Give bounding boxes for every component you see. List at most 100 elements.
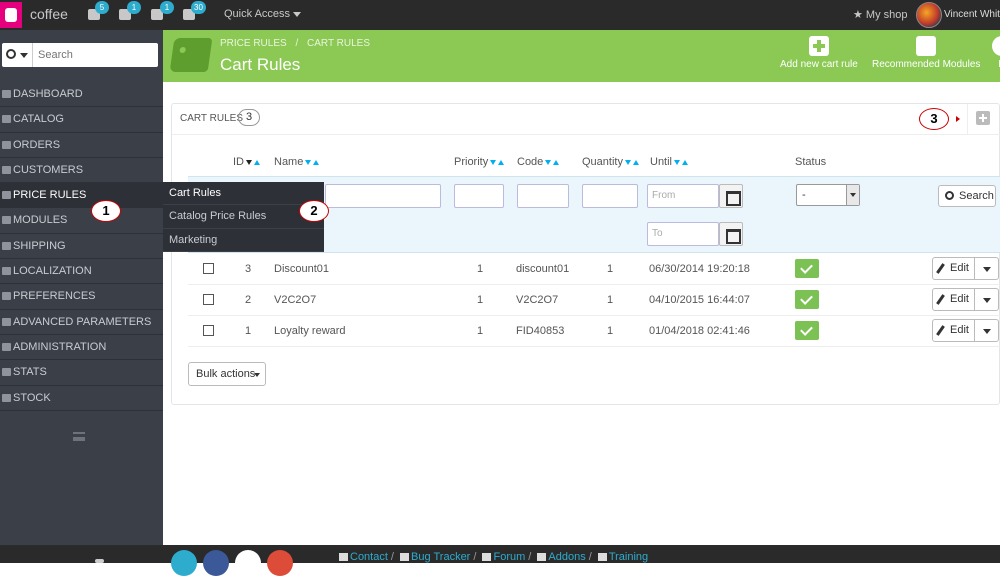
column-label: Name <box>274 156 304 168</box>
add-icon[interactable] <box>976 111 990 125</box>
sidebar-item-catalog[interactable]: CATALOG <box>0 107 163 133</box>
until-to-input[interactable]: To <box>647 222 719 246</box>
sort-desc-icon[interactable] <box>674 159 681 165</box>
column-header-priority[interactable]: Priority <box>454 156 505 168</box>
sort-desc-icon[interactable] <box>490 159 497 165</box>
sidebar-item-customers[interactable]: CUSTOMERS <box>0 158 163 184</box>
column-header-until[interactable]: Until <box>650 156 689 168</box>
sort-asc-icon[interactable] <box>254 159 260 165</box>
column-header-id[interactable]: ID <box>233 156 260 168</box>
footer-link-training[interactable]: Training <box>609 551 648 563</box>
shop-name[interactable]: coffee <box>30 6 68 22</box>
until-from-input[interactable]: From <box>647 184 719 208</box>
callout-marker: 2 <box>299 200 329 222</box>
search-input[interactable] <box>38 46 153 64</box>
recommended-modules-button[interactable]: Recommended Modules <box>872 36 980 70</box>
quick-access-label: Quick Access <box>224 8 291 20</box>
status-enabled-icon[interactable] <box>795 321 819 340</box>
table-row[interactable]: 3 Discount01 1 discount01 1 06/30/2014 1… <box>188 254 1000 285</box>
sidebar-item-administration[interactable]: ADMINISTRATION <box>0 335 163 361</box>
code-filter-input[interactable] <box>517 184 569 208</box>
row-actions-dropdown[interactable] <box>975 288 999 311</box>
footer-link-addons[interactable]: Addons <box>548 551 585 563</box>
submenu-item-cart-rules[interactable]: Cart Rules <box>163 182 324 206</box>
footer-link-forum[interactable]: Forum <box>493 551 525 563</box>
sidebar-item-dashboard[interactable]: DASHBOARD <box>0 82 163 108</box>
sort-asc-icon[interactable] <box>682 159 689 165</box>
breadcrumb-item[interactable]: PRICE RULES <box>220 38 287 49</box>
sidebar-item-preferences[interactable]: PREFERENCES <box>0 284 163 310</box>
breadcrumb-separator: / <box>295 38 299 49</box>
sidebar-search <box>2 43 158 67</box>
twitter-icon[interactable] <box>171 550 197 576</box>
row-actions-dropdown[interactable] <box>975 319 999 342</box>
facebook-icon[interactable] <box>203 550 229 576</box>
sort-desc-icon[interactable] <box>624 159 631 165</box>
sidebar-item-modules[interactable]: MODULES <box>0 208 163 234</box>
column-header-quantity[interactable]: Quantity <box>582 156 639 168</box>
status-filter-select[interactable]: - <box>796 184 860 206</box>
footer-link-contact[interactable]: Contact <box>350 551 388 563</box>
sidebar-item-localization[interactable]: LOCALIZATION <box>0 259 163 285</box>
sidebar-item-price-rules[interactable]: PRICE RULES <box>0 183 163 209</box>
search-icon[interactable] <box>6 49 16 59</box>
table-row[interactable]: 2 V2C2O7 1 V2C2O7 1 04/10/2015 16:44:07 … <box>188 285 1000 316</box>
breadcrumb-item[interactable]: CART RULES <box>307 38 370 49</box>
chevron-down-icon[interactable] <box>20 53 28 58</box>
bar-chart-icon <box>2 368 11 377</box>
sort-desc-icon[interactable] <box>545 159 552 165</box>
row-checkbox[interactable] <box>203 294 214 305</box>
sidebar-item-orders[interactable]: ORDERS <box>0 133 163 158</box>
collapse-menu-icon[interactable] <box>73 432 85 441</box>
search-button[interactable]: Search <box>938 185 996 207</box>
bulk-actions-label: Bulk actions <box>196 368 256 380</box>
google-plus-icon[interactable] <box>267 550 293 576</box>
row-checkbox[interactable] <box>203 263 214 274</box>
quantity-filter-input[interactable] <box>582 184 638 208</box>
edit-button[interactable]: Edit <box>932 257 975 280</box>
status-enabled-icon[interactable] <box>795 290 819 309</box>
sidebar-item-stats[interactable]: STATS <box>0 360 163 386</box>
sidebar-item-stock[interactable]: STOCK <box>0 386 163 411</box>
cell-name: V2C2O7 <box>274 294 317 306</box>
cell-until: 04/10/2015 16:44:07 <box>649 294 750 306</box>
name-filter-input[interactable] <box>325 184 441 208</box>
bulk-actions-button[interactable]: Bulk actions <box>188 362 266 386</box>
row-checkbox[interactable] <box>203 325 214 336</box>
sort-desc-icon[interactable] <box>305 159 312 165</box>
submenu-item-marketing[interactable]: Marketing <box>163 229 324 252</box>
trophy-badge: 30 <box>191 1 206 14</box>
toolbar-label: Recommended Modules <box>872 59 981 70</box>
edit-button[interactable]: Edit <box>932 319 975 342</box>
my-shop-link[interactable]: ★ My shop <box>853 8 908 21</box>
footer-separator: / <box>390 551 394 563</box>
logo-icon[interactable] <box>0 2 22 28</box>
edit-button[interactable]: Edit <box>932 288 975 311</box>
toolbar-label: Add new cart rule <box>780 59 858 70</box>
sort-asc-icon[interactable] <box>313 159 320 165</box>
row-actions-dropdown[interactable] <box>975 257 999 280</box>
footer-separator: / <box>588 551 592 563</box>
calendar-icon[interactable] <box>719 184 743 208</box>
sort-asc-icon[interactable] <box>632 159 639 165</box>
column-header-code[interactable]: Code <box>517 156 560 168</box>
priority-filter-input[interactable] <box>454 184 504 208</box>
sidebar-item-shipping[interactable]: SHIPPING <box>0 234 163 260</box>
column-header-name[interactable]: Name <box>274 156 320 168</box>
footer-link-bug-tracker[interactable]: Bug Tracker <box>411 551 470 563</box>
sidebar-item-advanced-parameters[interactable]: ADVANCED PARAMETERS <box>0 310 163 335</box>
help-button[interactable]: H <box>992 36 1000 70</box>
sort-desc-icon[interactable] <box>246 159 252 165</box>
customers-badge: 1 <box>127 1 141 14</box>
sort-asc-icon[interactable] <box>498 159 505 165</box>
calendar-icon[interactable] <box>719 222 743 246</box>
table-row[interactable]: 1 Loyalty reward 1 FID40853 1 01/04/2018… <box>188 316 1000 347</box>
sort-asc-icon[interactable] <box>553 159 560 165</box>
avatar[interactable] <box>916 2 942 28</box>
mini-icon <box>95 559 104 563</box>
status-enabled-icon[interactable] <box>795 259 819 278</box>
github-icon[interactable] <box>235 550 261 576</box>
user-name[interactable]: Vincent Whit <box>944 9 1000 20</box>
add-new-cart-rule-button[interactable]: Add new cart rule <box>780 36 858 70</box>
quick-access-menu[interactable]: Quick Access <box>224 8 302 20</box>
